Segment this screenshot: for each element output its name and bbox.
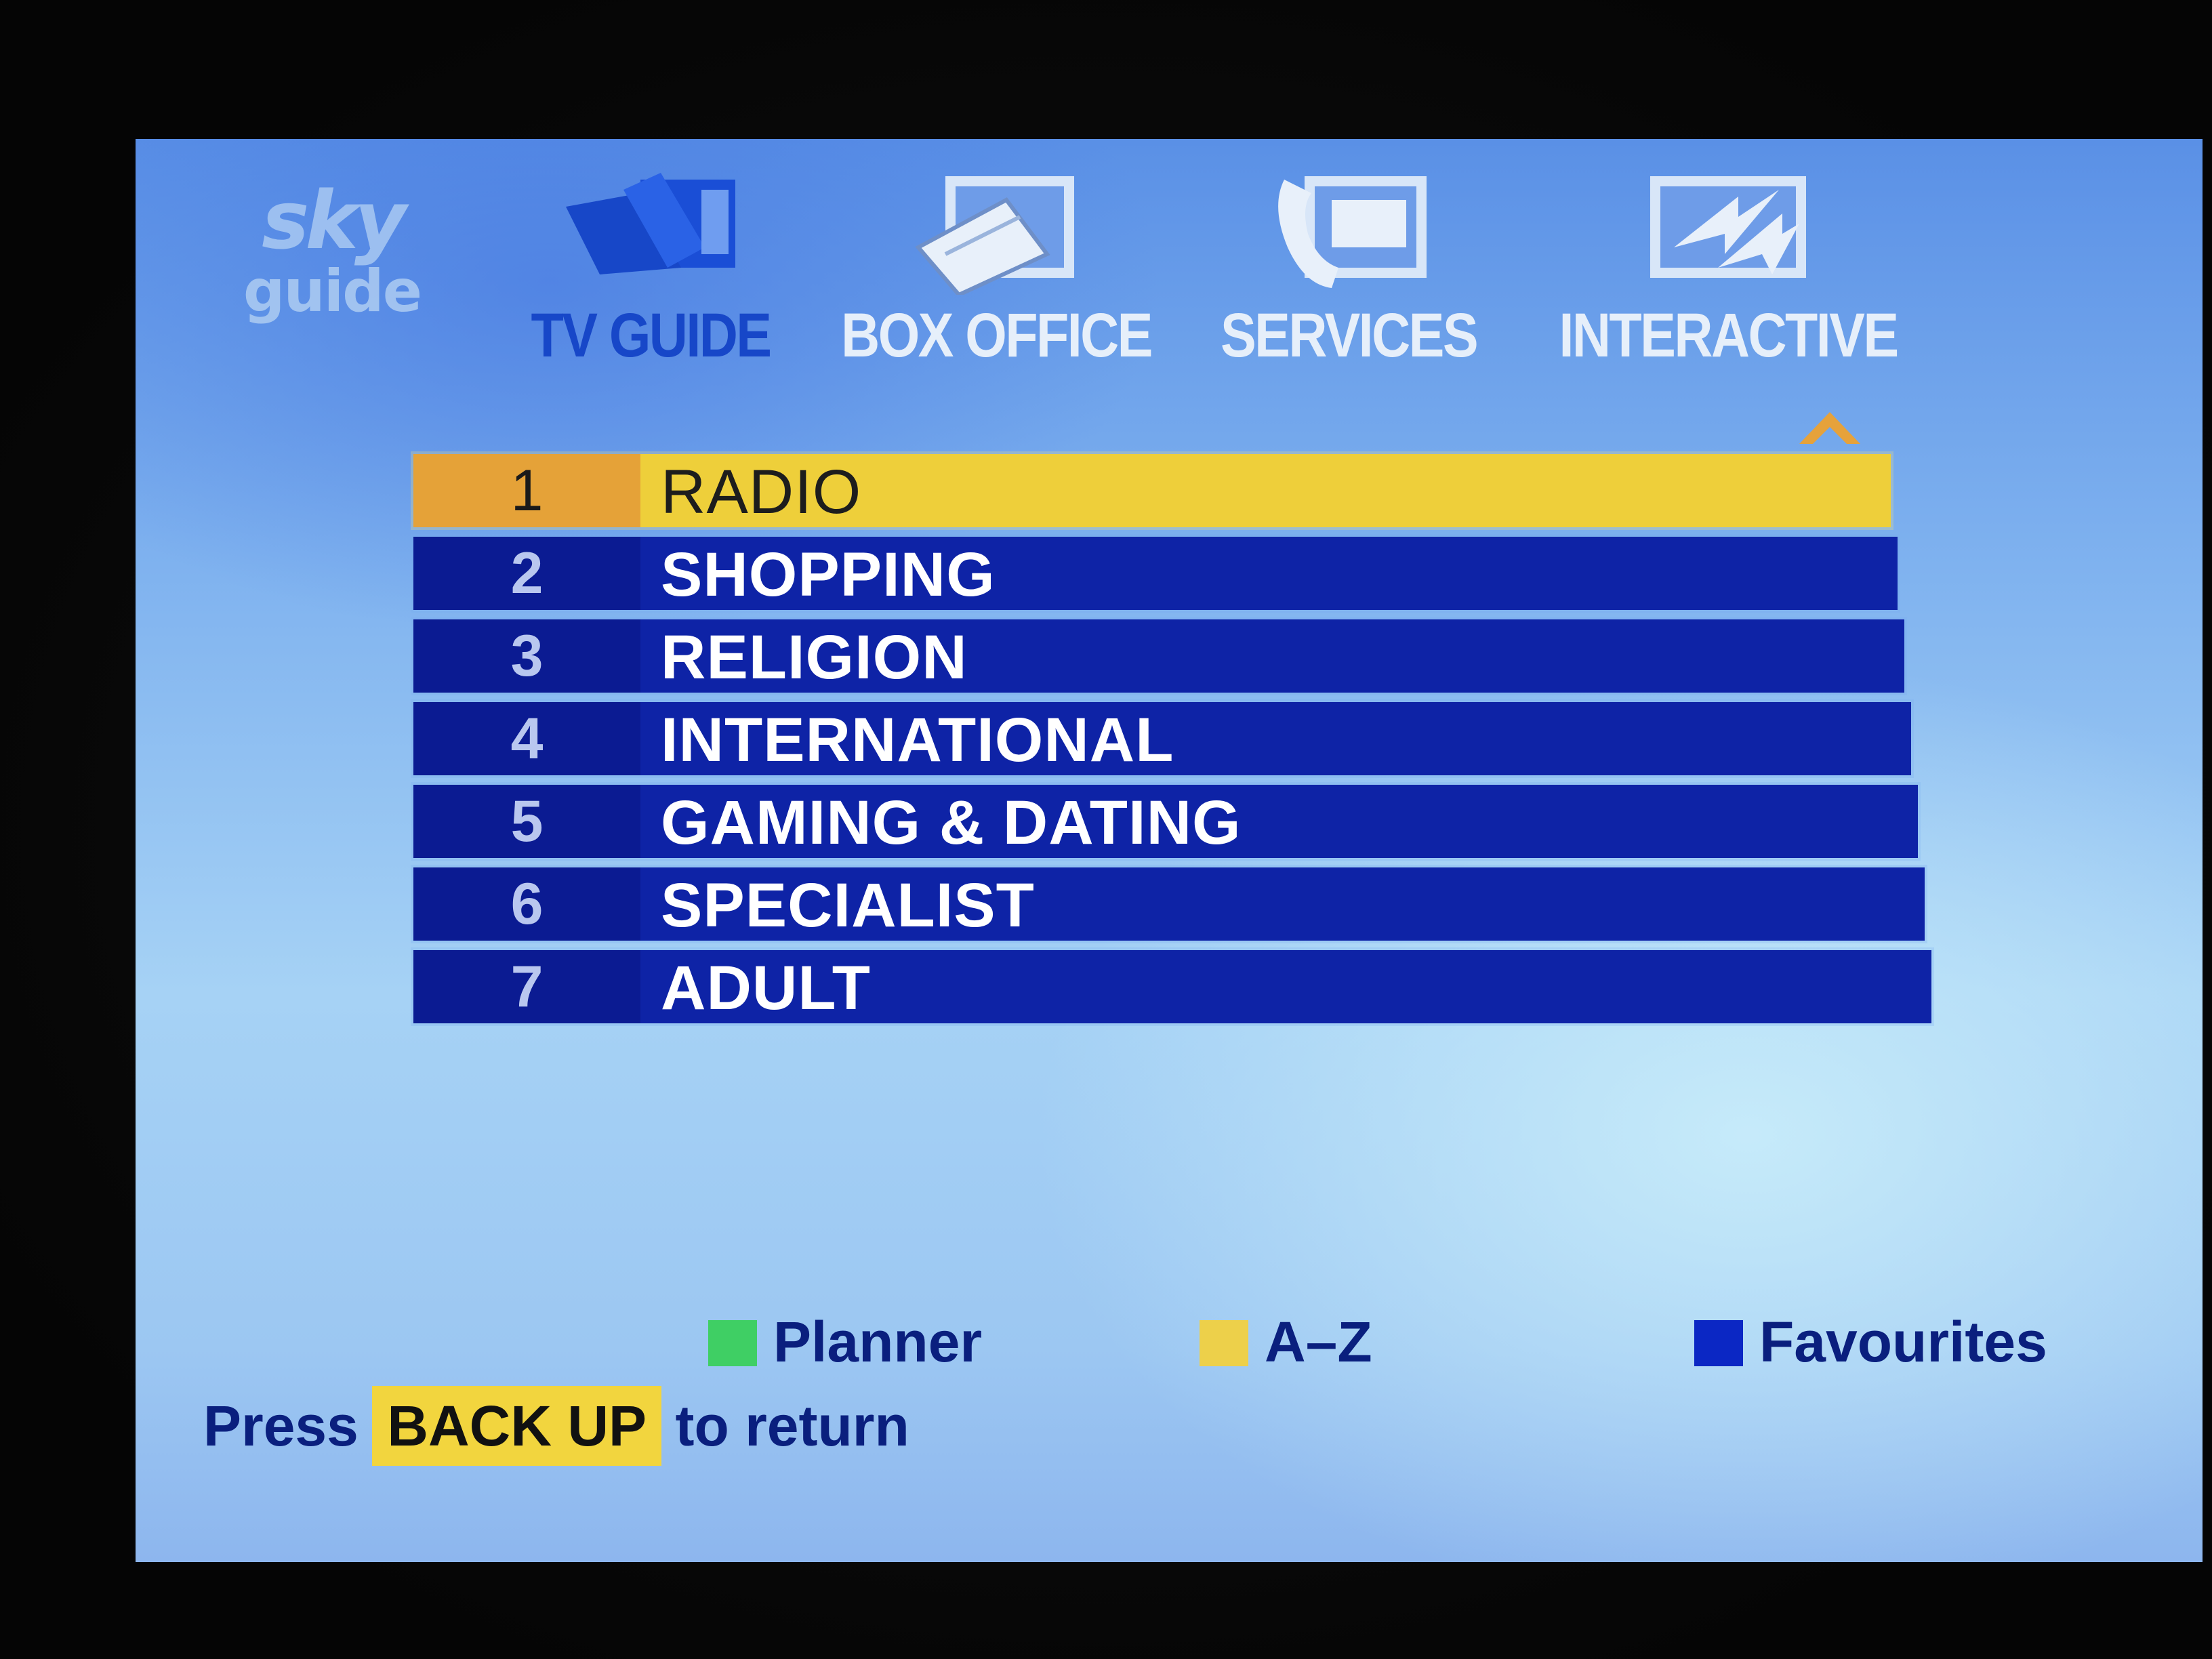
menu-item-label: SHOPPING [661, 540, 996, 609]
menu-item-international[interactable]: 4 INTERNATIONAL [413, 702, 1911, 775]
menu-item-label: INTERNATIONAL [661, 705, 1174, 775]
logo-subtitle: guide [243, 258, 422, 325]
legend-favourites[interactable]: Favourites [1694, 1308, 2135, 1376]
legend-planner-label: Planner [773, 1310, 983, 1374]
menu-item-label: RELIGION [661, 623, 968, 692]
green-key-swatch [708, 1320, 757, 1366]
menu-item-adult[interactable]: 7 ADULT [413, 950, 1931, 1023]
menu-item-shopping[interactable]: 2 SHOPPING [413, 537, 1898, 610]
menu-item-number: 5 [413, 785, 640, 858]
menu-item-radio[interactable]: 1 RADIO [413, 454, 1891, 527]
legend-favourites-label: Favourites [1759, 1310, 2047, 1374]
menu-item-number: 1 [413, 454, 640, 527]
tab-box-office-label: BOX OFFICE [841, 301, 1153, 370]
menu-item-label: ADULT [661, 954, 871, 1023]
menu-item-number: 4 [413, 702, 640, 775]
tab-interactive-label: INTERACTIVE [1559, 301, 1899, 370]
back-up-hint: Press BACK UP to return [203, 1386, 909, 1474]
menu-item-number: 6 [413, 867, 640, 941]
legend-planner[interactable]: Planner [708, 1308, 1047, 1376]
menu-item-number: 7 [413, 950, 640, 1023]
back-hint-press: Press [203, 1394, 359, 1458]
menu-item-label: SPECIALIST [661, 871, 1035, 940]
back-up-key[interactable]: BACK UP [372, 1386, 662, 1466]
menu-item-number: 2 [413, 537, 640, 610]
back-hint-suffix: to return [675, 1394, 909, 1458]
tv-screen: sky guide TV GUIDE BOX OFFICE SERVICES I… [136, 139, 2203, 1562]
services-phone-icon [1278, 176, 1427, 288]
interactive-arrows-icon [1650, 176, 1806, 278]
sky-guide-logo: sky guide [224, 180, 441, 329]
tab-services-label: SERVICES [1220, 301, 1479, 370]
menu-item-label: GAMING & DATING [661, 788, 1242, 857]
logo-brand: sky [262, 173, 407, 267]
tab-services[interactable]: SERVICES [1193, 166, 1504, 369]
menu-item-religion[interactable]: 3 RELIGION [413, 619, 1904, 693]
legend-a-z[interactable]: A–Z [1200, 1308, 1457, 1376]
scroll-up-arrow-icon[interactable] [1793, 407, 1867, 447]
legend-a-z-label: A–Z [1265, 1310, 1372, 1374]
menu-item-label: RADIO [661, 457, 862, 527]
box-office-ticket-icon [915, 176, 1074, 295]
tab-tv-guide-label: TV GUIDE [531, 301, 772, 370]
menu-item-gaming-dating[interactable]: 5 GAMING & DATING [413, 785, 1918, 858]
tv-guide-icon [566, 173, 735, 274]
menu-item-number: 3 [413, 619, 640, 693]
tab-interactive[interactable]: INTERACTIVE [1518, 166, 1938, 369]
blue-key-swatch [1694, 1320, 1743, 1366]
yellow-key-swatch [1200, 1320, 1248, 1366]
tab-box-office[interactable]: BOX OFFICE [813, 166, 1179, 369]
tab-tv-guide[interactable]: TV GUIDE [501, 166, 800, 369]
menu-item-specialist[interactable]: 6 SPECIALIST [413, 867, 1925, 941]
